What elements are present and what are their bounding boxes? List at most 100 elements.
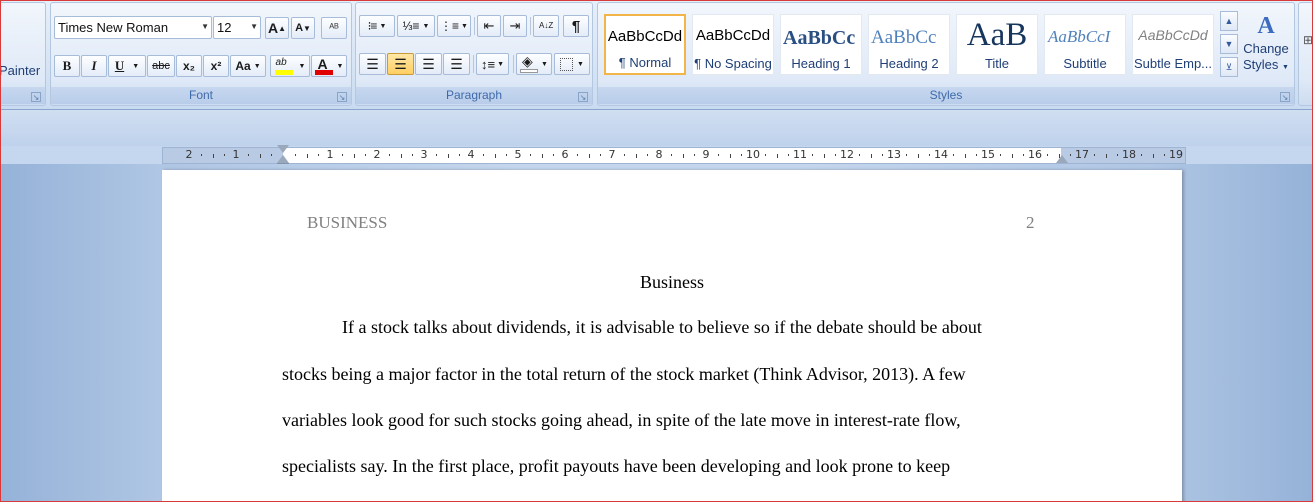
- font-dialog-launcher-icon[interactable]: ↘: [337, 92, 347, 102]
- highlight-button[interactable]: ab ▼: [270, 55, 310, 77]
- borders-button[interactable]: ▼: [554, 53, 590, 75]
- chevron-down-icon[interactable]: ▼: [379, 23, 386, 30]
- right-indent-marker[interactable]: [1056, 155, 1068, 163]
- numbering-button[interactable]: ⅓≡ ▼: [397, 15, 435, 37]
- ruler-tick-mark: [741, 154, 743, 156]
- body-line[interactable]: stocks being a major factor in the total…: [282, 364, 966, 385]
- strikethrough-button[interactable]: abc: [147, 55, 175, 77]
- chevron-down-icon: ▼: [1282, 64, 1289, 71]
- font-name-combo[interactable]: Times New Roman ▼: [54, 16, 212, 39]
- ruler-left-margin: [163, 148, 283, 163]
- style-subtle-emphasis[interactable]: AaBbCcDd Subtle Emp...: [1132, 14, 1214, 75]
- italic-button[interactable]: I: [81, 55, 107, 77]
- document-title[interactable]: Business: [162, 272, 1182, 293]
- ruler-tick-mark: [635, 154, 637, 158]
- ruler-tick-mark: [952, 154, 954, 156]
- ruler-tick-mark: [529, 154, 531, 156]
- ruler-number: 11: [793, 148, 807, 161]
- change-case-button[interactable]: Aa ▼: [230, 55, 266, 77]
- font-size-combo[interactable]: 12 ▼: [213, 16, 261, 39]
- line-spacing-button[interactable]: ↕≡ ▼: [476, 53, 509, 75]
- ruler-tick-mark: [694, 154, 696, 156]
- body-line[interactable]: specialists say. In the first place, pro…: [282, 456, 950, 477]
- document-page[interactable]: BUSINESS 2 Business If a stock talks abo…: [162, 170, 1182, 502]
- body-line[interactable]: variables look good for such stocks goin…: [282, 410, 961, 431]
- grow-font-button[interactable]: A ▲: [265, 17, 289, 39]
- chevron-down-icon[interactable]: ▼: [299, 63, 306, 70]
- sort-button[interactable]: A↓Z: [533, 15, 559, 37]
- bullets-button[interactable]: ⁝≡ ▼: [359, 15, 395, 37]
- underline-icon: U: [114, 58, 125, 73]
- ruler-number: 17: [1075, 148, 1089, 161]
- bold-icon: B: [62, 58, 72, 73]
- ruler-number: 15: [981, 148, 995, 161]
- chevron-down-icon[interactable]: ▼: [201, 22, 209, 31]
- align-right-button[interactable]: ☰: [415, 53, 442, 75]
- show-hide-marks-button[interactable]: ¶: [563, 15, 589, 37]
- chevron-down-icon[interactable]: ▼: [337, 63, 344, 70]
- ruler-tick-mark: [1117, 154, 1119, 156]
- horizontal-ruler[interactable]: 2 1 1 2 3 4 5 6 7 8 9 10 11 12 13 14 15 16 17 18 19: [162, 145, 1186, 168]
- underline-button[interactable]: U ▼: [108, 55, 146, 77]
- ruler-number: 10: [746, 148, 760, 161]
- chevron-down-icon[interactable]: ▼: [461, 23, 468, 30]
- chevron-down-icon[interactable]: ▼: [250, 22, 258, 31]
- paragraph-dialog-launcher-icon[interactable]: ↘: [578, 92, 588, 102]
- font-name-value: Times New Roman: [58, 20, 169, 35]
- strikethrough-icon: abc: [152, 60, 170, 72]
- change-case-icon: Aa: [235, 59, 251, 73]
- style-normal[interactable]: AaBbCcDd ¶ Normal: [604, 14, 686, 75]
- align-right-icon: ☰: [422, 55, 435, 72]
- ruler-tick-mark: [882, 154, 884, 156]
- ruler-tick-mark: [1164, 154, 1166, 156]
- ruler-tick-mark: [365, 154, 367, 156]
- clipboard-dialog-launcher-icon[interactable]: ↘: [31, 92, 41, 102]
- align-center-button[interactable]: ☰: [387, 53, 414, 75]
- ruler-tick-mark: [600, 154, 602, 156]
- styles-scroll-down-button[interactable]: ▼: [1220, 34, 1238, 54]
- styles-dialog-launcher-icon[interactable]: ↘: [1280, 92, 1290, 102]
- ruler-tick-mark: [729, 154, 731, 158]
- first-line-indent-marker[interactable]: [277, 145, 289, 153]
- clear-formatting-button[interactable]: ᴬᴮ: [321, 17, 347, 39]
- change-styles-button[interactable]: A Change Styles ▼: [1240, 11, 1292, 85]
- chevron-down-icon[interactable]: ▼: [497, 61, 504, 68]
- find-icon[interactable]: ⊞: [1303, 33, 1313, 47]
- subscript-button[interactable]: x₂: [176, 55, 202, 77]
- bold-button[interactable]: B: [54, 55, 80, 77]
- style-no-spacing[interactable]: AaBbCcDd ¶ No Spacing: [692, 14, 774, 75]
- superscript-button[interactable]: x²: [203, 55, 229, 77]
- chevron-down-icon[interactable]: ▼: [577, 61, 584, 68]
- increase-indent-button[interactable]: ⇥: [503, 15, 527, 37]
- shading-button[interactable]: ◈ ▼: [516, 53, 552, 75]
- ruler-tick-mark: [294, 154, 296, 156]
- chevron-down-icon[interactable]: ▼: [132, 63, 139, 70]
- hanging-indent-marker[interactable]: [277, 155, 289, 163]
- font-color-button[interactable]: A ▼: [311, 55, 347, 77]
- chevron-down-icon[interactable]: ▼: [254, 63, 261, 70]
- align-left-icon: ☰: [366, 55, 379, 72]
- chevron-down-icon[interactable]: ▼: [541, 61, 548, 68]
- ruler-tick-mark: [435, 154, 437, 156]
- chevron-down-icon[interactable]: ▼: [423, 23, 430, 30]
- line-spacing-icon: ↕≡: [480, 56, 496, 72]
- style-subtitle[interactable]: AaBbCcI Subtitle: [1044, 14, 1126, 75]
- styles-more-button[interactable]: ⊻: [1220, 57, 1238, 77]
- align-left-button[interactable]: ☰: [359, 53, 386, 75]
- ruler-number: 18: [1122, 148, 1136, 161]
- style-heading-2[interactable]: AaBbCc Heading 2: [868, 14, 950, 75]
- body-line[interactable]: If a stock talks about dividends, it is …: [342, 317, 982, 338]
- style-title[interactable]: AaB Title: [956, 14, 1038, 75]
- ruler-tick-mark: [259, 154, 261, 158]
- multilevel-list-button[interactable]: ⋮≡ ▼: [437, 15, 471, 37]
- ruler-tick-mark: [576, 154, 578, 156]
- shrink-font-button[interactable]: A ▼: [291, 17, 315, 39]
- styles-scroll-up-button[interactable]: ▲: [1220, 11, 1238, 31]
- format-painter-button[interactable]: Painter: [0, 63, 40, 78]
- justify-button[interactable]: ☰: [443, 53, 470, 75]
- style-heading-1[interactable]: AaBbCc Heading 1: [780, 14, 862, 75]
- ruler-tick-mark: [588, 154, 590, 158]
- decrease-indent-icon: ⇤: [483, 18, 495, 33]
- ruler-tick-mark: [412, 154, 414, 156]
- decrease-indent-button[interactable]: ⇤: [477, 15, 501, 37]
